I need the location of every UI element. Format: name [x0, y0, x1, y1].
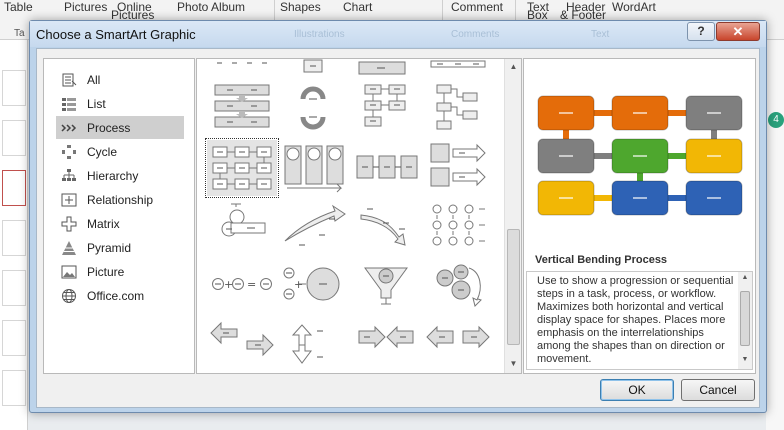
category-hierarchy[interactable]: Hierarchy: [56, 164, 184, 187]
layout-tile[interactable]: [423, 79, 493, 135]
ribbon-wordart: WordArt: [612, 0, 656, 14]
all-icon: [61, 72, 77, 88]
layout-tile[interactable]: [207, 199, 277, 255]
layout-tile[interactable]: [351, 199, 421, 255]
category-label: Hierarchy: [87, 168, 139, 183]
category-picture[interactable]: Picture: [56, 260, 184, 283]
pyramid-icon: [61, 240, 77, 256]
slide-thumbnail[interactable]: [2, 320, 26, 356]
picture-icon: [61, 264, 77, 280]
smartart-dialog: Choose a SmartArt Graphic Illustrations …: [29, 20, 767, 413]
category-matrix[interactable]: Matrix: [56, 212, 184, 235]
category-label: Matrix: [87, 216, 120, 231]
scroll-up-arrow-icon[interactable]: ▲: [738, 274, 752, 281]
layout-tile[interactable]: [207, 317, 277, 373]
category-label: Process: [87, 120, 131, 135]
ribbon-pictures: Pictures: [64, 0, 108, 14]
group-label-text: Text: [591, 29, 610, 40]
category-relationship[interactable]: Relationship: [56, 188, 184, 211]
dialog-titlebar[interactable]: Choose a SmartArt Graphic Illustrations …: [30, 21, 766, 47]
layout-tile-vertical-bending-process[interactable]: [205, 138, 279, 198]
layout-tile[interactable]: [423, 317, 493, 373]
slide-thumbnail[interactable]: [2, 270, 26, 306]
ribbon-shapes: Shapes: [280, 0, 321, 14]
matrix-icon: [61, 216, 77, 232]
category-label: Relationship: [87, 192, 154, 207]
layout-tile[interactable]: [351, 258, 421, 314]
category-label: List: [87, 96, 106, 111]
process-icon: [61, 120, 77, 136]
ribbon-table: Table: [4, 0, 33, 14]
group-label-comments: Comments: [451, 29, 500, 40]
close-button[interactable]: ✕: [716, 22, 760, 41]
slide-thumbnail[interactable]: [2, 370, 26, 406]
preview-description-box: Use to show a progression or sequential …: [526, 271, 753, 370]
category-label: Cycle: [87, 144, 118, 159]
layout-tile[interactable]: [423, 140, 493, 196]
preview-diagram: [537, 95, 743, 216]
slide-thumbnail[interactable]: [2, 120, 26, 156]
layout-gallery: + = + ▲ ▼: [196, 58, 522, 374]
hierarchy-icon: [61, 168, 77, 184]
category-list-item[interactable]: List: [56, 92, 184, 115]
group-label-illustrations: Illustrations: [294, 29, 345, 40]
scroll-down-arrow-icon[interactable]: ▼: [738, 356, 752, 363]
relationship-icon: [61, 192, 77, 208]
layout-tile[interactable]: [279, 317, 349, 373]
category-label: Pyramid: [87, 240, 132, 255]
slide-thumbnail-pane: Ta: [0, 28, 28, 430]
category-pyramid[interactable]: Pyramid: [56, 236, 184, 259]
layout-tile[interactable]: [279, 199, 349, 255]
category-label: All: [87, 72, 101, 87]
layout-tile[interactable]: +: [279, 258, 349, 314]
category-list: All List Process Cycle Hierarchy Relatio…: [43, 58, 195, 374]
layout-tile[interactable]: [423, 258, 493, 314]
layout-tile[interactable]: [351, 79, 421, 135]
slide-thumbnail[interactable]: [2, 220, 26, 256]
svg-text:+: +: [224, 278, 233, 291]
preview-title: Vertical Bending Process: [535, 254, 668, 266]
gallery-scrollbar[interactable]: ▲ ▼: [504, 59, 521, 373]
category-office-com[interactable]: Office.com: [56, 284, 184, 307]
category-label: Office.com: [87, 288, 145, 303]
ribbon-chart: Chart: [343, 0, 373, 14]
category-label: Picture: [87, 264, 125, 279]
layout-tile[interactable]: [351, 140, 421, 196]
layout-tile[interactable]: [279, 79, 349, 135]
left-tab-label: Ta: [14, 28, 25, 39]
preview-description: Use to show a progression or sequential …: [537, 275, 734, 365]
scroll-up-arrow-icon[interactable]: ▲: [505, 59, 521, 75]
layout-tile[interactable]: [279, 140, 349, 196]
description-scrollbar[interactable]: ▲ ▼: [738, 272, 752, 369]
cycle-icon: [61, 144, 77, 160]
category-all[interactable]: All: [56, 68, 184, 91]
status-badge: 4: [768, 112, 784, 128]
cancel-button[interactable]: Cancel: [681, 379, 755, 401]
scroll-down-arrow-icon[interactable]: ▼: [505, 356, 521, 372]
layout-tile[interactable]: [423, 199, 493, 255]
globe-icon: [61, 288, 77, 304]
ok-button[interactable]: OK: [600, 379, 674, 401]
background-right-edge: [766, 40, 784, 430]
svg-text:=: =: [247, 278, 256, 291]
slide-thumbnail[interactable]: [2, 70, 26, 106]
scroll-thumb[interactable]: [507, 229, 520, 345]
category-process[interactable]: Process: [56, 116, 184, 139]
dialog-title: Choose a SmartArt Graphic: [36, 27, 196, 42]
scroll-thumb[interactable]: [740, 291, 750, 346]
slide-thumbnail[interactable]: [2, 170, 26, 206]
ribbon-photo-album: Photo Album: [177, 0, 246, 14]
help-button[interactable]: ?: [687, 22, 715, 41]
list-icon: [61, 96, 77, 112]
category-cycle[interactable]: Cycle: [56, 140, 184, 163]
ribbon-comment: Comment: [451, 0, 504, 14]
preview-pane: Vertical Bending Process Use to show a p…: [523, 58, 756, 374]
layout-tile[interactable]: [207, 79, 277, 135]
layout-tile[interactable]: [351, 317, 421, 373]
dialog-body: All List Process Cycle Hierarchy Relatio…: [36, 48, 760, 408]
layout-tile[interactable]: + =: [207, 258, 277, 314]
